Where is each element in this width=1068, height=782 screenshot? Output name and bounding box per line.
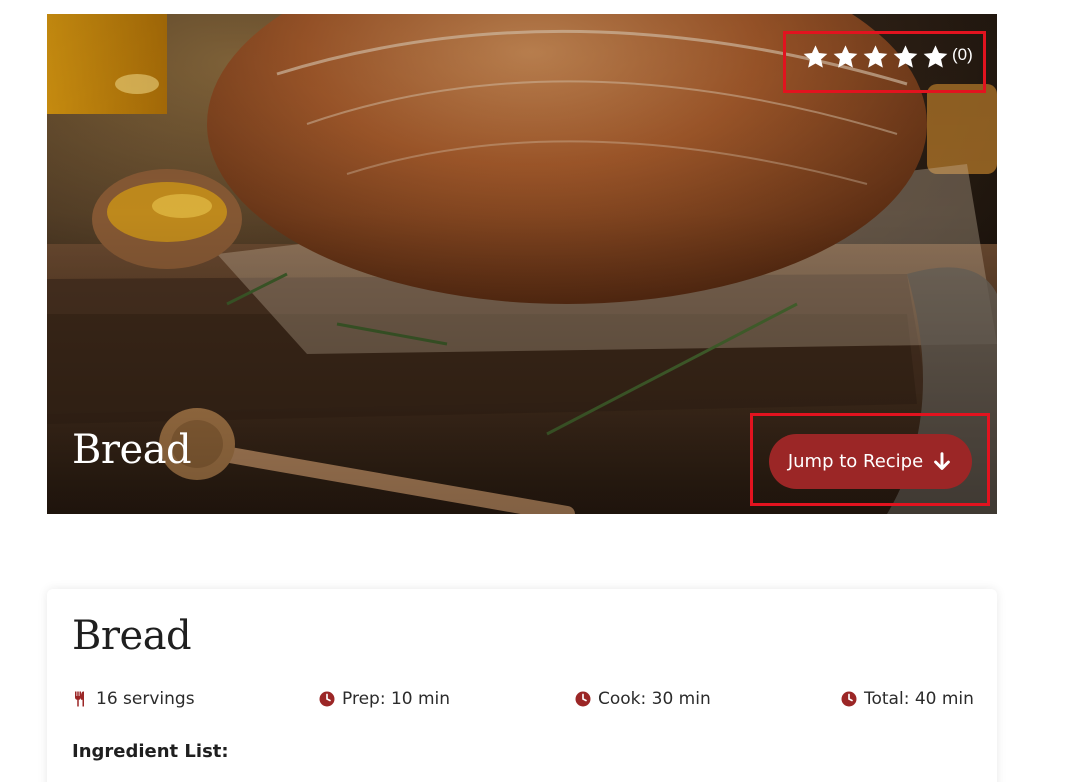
servings-info: 16 servings <box>72 689 195 709</box>
recipe-card: Bread 16 servings Prep: 10 min Cook: 30 … <box>47 589 997 782</box>
jump-to-recipe-label: Jump to Recipe <box>787 451 924 472</box>
recipe-title: Bread <box>72 613 192 659</box>
ingredients-heading: Ingredient List: <box>72 741 229 762</box>
arrow-down-icon <box>934 451 951 470</box>
cook-time-label: Cook: 30 min <box>598 689 711 709</box>
clock-icon <box>841 691 857 707</box>
servings-label: 16 servings <box>96 689 195 709</box>
clock-icon <box>319 691 335 707</box>
prep-time: Prep: 10 min <box>318 689 450 709</box>
recipe-page: (0) Bread Jump to Recipe Bread 16 servin… <box>0 0 1068 782</box>
hero-title: Bread <box>72 427 192 473</box>
cook-time: Cook: 30 min <box>574 689 711 709</box>
clock-icon <box>575 691 591 707</box>
hero-image: (0) Bread Jump to Recipe <box>47 14 997 514</box>
star-icon[interactable] <box>861 43 890 72</box>
jump-to-recipe-button[interactable]: Jump to Recipe <box>769 434 972 489</box>
total-time-label: Total: 40 min <box>864 689 974 709</box>
rating-count: (0) <box>952 45 973 64</box>
star-rating[interactable]: (0) <box>801 41 973 73</box>
prep-time-label: Prep: 10 min <box>342 689 451 709</box>
star-icon[interactable] <box>831 43 860 72</box>
star-icon[interactable] <box>921 43 950 72</box>
star-icon[interactable] <box>801 43 830 72</box>
star-icon[interactable] <box>891 43 920 72</box>
utensils-icon <box>75 691 84 707</box>
total-time: Total: 40 min <box>840 689 974 709</box>
